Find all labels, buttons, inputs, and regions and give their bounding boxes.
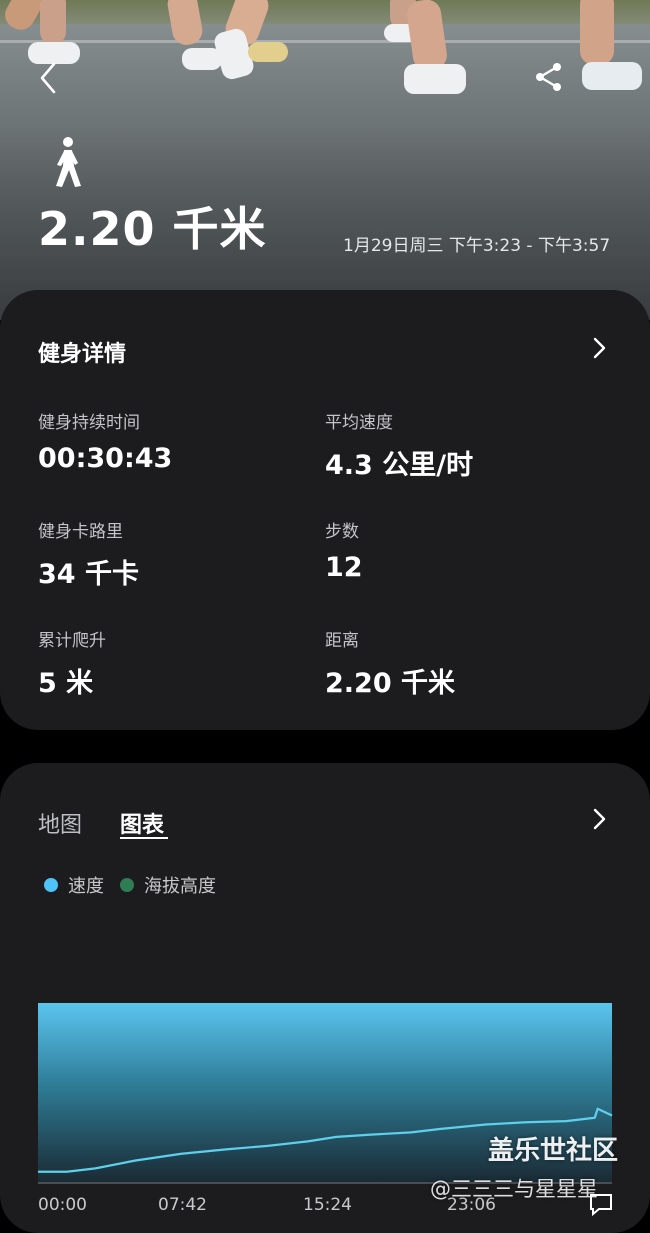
share-button[interactable]: [532, 60, 566, 94]
metric-elevation-gain: 累计爬升 5 米: [38, 626, 106, 700]
metric-value: 00:30:43: [38, 443, 173, 474]
details-title: 健身详情: [38, 342, 127, 367]
x-tick-label: 00:00: [38, 1195, 87, 1215]
metric-label: 健身持续时间: [38, 413, 140, 433]
back-button[interactable]: [30, 58, 70, 98]
metric-label: 平均速度: [325, 413, 393, 433]
x-tick-label: 15:24: [303, 1195, 352, 1215]
metric-distance: 距离 2.20 千米: [325, 626, 455, 700]
metric-label: 距离: [325, 631, 359, 651]
metric-value: 5 米: [38, 668, 94, 699]
metric-value: 2.20 千米: [325, 668, 456, 699]
walking-person-icon: [56, 137, 81, 187]
metric-value: 12: [325, 552, 363, 583]
chevron-right-icon: [593, 337, 606, 359]
metric-avg-speed: 平均速度 4.3 公里/时: [325, 408, 473, 482]
x-tick-label: 07:42: [158, 1195, 207, 1215]
metric-duration: 健身持续时间 00:30:43: [38, 408, 172, 474]
metric-steps: 步数 12: [325, 517, 363, 583]
chat-bubble-icon: [590, 1194, 612, 1216]
chevron-left-icon: [40, 62, 56, 94]
metric-label: 健身卡路里: [38, 522, 123, 542]
metric-label: 步数: [325, 522, 359, 542]
metric-calories: 健身卡路里 34 千卡: [38, 517, 139, 591]
workout-details-card: 健身详情 健身持续时间 00:30:43 平均速度 4.3 公里/时 健身卡路里…: [0, 290, 650, 730]
hero-photo: [0, 0, 650, 320]
watermark-author: @三三三与星星星: [430, 1177, 598, 1201]
metric-value: 34 千卡: [38, 559, 139, 590]
share-icon: [536, 63, 561, 91]
distance-title: 2.20 千米: [38, 202, 267, 256]
metric-value: 4.3 公里/时: [325, 450, 474, 481]
date-range: 1月29日周三 下午3:23 - 下午3:57: [343, 236, 611, 256]
metric-label: 累计爬升: [38, 631, 106, 651]
details-more-button[interactable]: [588, 337, 610, 359]
watermark-site: 盖乐世社区: [488, 1136, 619, 1166]
